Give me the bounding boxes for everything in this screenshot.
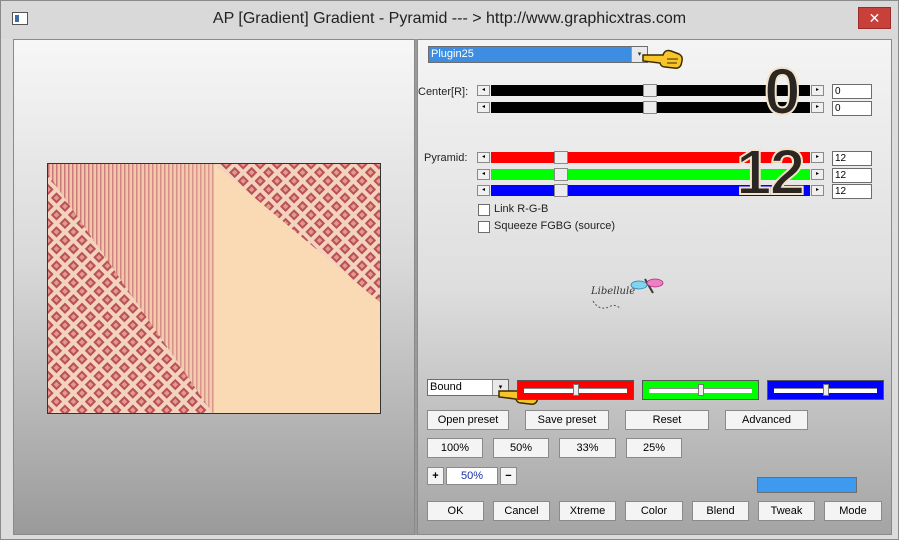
- pyramid-overlay-digit: 12: [735, 135, 806, 209]
- zoom-in-button[interactable]: +: [427, 467, 444, 485]
- color-button[interactable]: Color: [625, 501, 683, 521]
- color-indicator-bar: [757, 477, 857, 493]
- pyramid-thumb-green[interactable]: [554, 168, 568, 181]
- gradient-preview-canvas: [48, 164, 380, 413]
- window-title: AP [Gradient] Gradient - Pyramid --- > h…: [212, 10, 687, 27]
- zoom-33-button[interactable]: 33%: [559, 438, 616, 458]
- save-preset-button[interactable]: Save preset: [525, 410, 609, 430]
- pyramid-value-red[interactable]: 12: [832, 151, 872, 166]
- center-label: Center[R]:: [418, 86, 469, 98]
- squeeze-fgbg-checkbox[interactable]: [478, 221, 490, 233]
- zoom-50-button[interactable]: 50%: [493, 438, 549, 458]
- zoom-100-button[interactable]: 100%: [427, 438, 483, 458]
- pointing-hand-icon: [642, 49, 683, 69]
- arrow-right-icon[interactable]: ▸: [811, 169, 824, 180]
- pyramid-thumb-blue[interactable]: [554, 184, 568, 197]
- mode-select-value: Bound: [430, 381, 462, 393]
- pyramid-label: Pyramid:: [424, 152, 468, 164]
- center-thumb-1[interactable]: [643, 84, 657, 97]
- center-overlay-digit: 0: [763, 53, 802, 129]
- plugin-select[interactable]: Plugin25 ▾: [428, 46, 648, 63]
- ok-button[interactable]: OK: [427, 501, 484, 521]
- title-bar: AP [Gradient] Gradient - Pyramid --- > h…: [1, 1, 898, 39]
- green-swatch-slider[interactable]: [649, 384, 752, 396]
- xtreme-button[interactable]: Xtreme: [559, 501, 616, 521]
- close-button[interactable]: ✕: [858, 7, 891, 29]
- link-rgb-checkbox[interactable]: [478, 204, 490, 216]
- open-preset-button[interactable]: Open preset: [427, 410, 509, 430]
- watermark-text: Libellule: [591, 286, 636, 297]
- center-value-2[interactable]: 0: [832, 101, 872, 116]
- plugin-select-value: Plugin25: [431, 48, 474, 60]
- red-swatch-slider[interactable]: [524, 384, 627, 396]
- arrow-right-icon[interactable]: ▸: [811, 152, 824, 163]
- zoom-value[interactable]: 50%: [446, 467, 498, 485]
- zoom-out-button[interactable]: −: [500, 467, 517, 485]
- cancel-button[interactable]: Cancel: [493, 501, 550, 521]
- tweak-button[interactable]: Tweak: [758, 501, 815, 521]
- green-swatch-thumb[interactable]: [698, 384, 704, 396]
- zoom-25-button[interactable]: 25%: [626, 438, 682, 458]
- blue-swatch[interactable]: [767, 380, 884, 400]
- squeeze-fgbg-label: Squeeze FGBG (source): [494, 220, 616, 232]
- pyramid-value-green[interactable]: 12: [832, 168, 872, 183]
- watermark-logo: Libellule: [589, 273, 669, 315]
- advanced-button[interactable]: Advanced: [725, 410, 808, 430]
- mode-button[interactable]: Mode: [824, 501, 882, 521]
- arrow-left-icon[interactable]: ◂: [477, 85, 490, 96]
- center-thumb-2[interactable]: [643, 101, 657, 114]
- arrow-right-icon[interactable]: ▸: [811, 85, 824, 96]
- blue-swatch-slider[interactable]: [774, 384, 877, 396]
- preview-image: [47, 163, 381, 414]
- arrow-left-icon[interactable]: ◂: [477, 185, 490, 196]
- red-swatch-thumb[interactable]: [573, 384, 579, 396]
- blend-button[interactable]: Blend: [692, 501, 749, 521]
- pyramid-value-blue[interactable]: 12: [832, 184, 872, 199]
- arrow-left-icon[interactable]: ◂: [477, 152, 490, 163]
- link-rgb-label: Link R-G-B: [494, 203, 549, 215]
- arrow-right-icon[interactable]: ▸: [811, 185, 824, 196]
- red-swatch[interactable]: [517, 380, 634, 400]
- arrow-left-icon[interactable]: ◂: [477, 102, 490, 113]
- reset-button[interactable]: Reset: [625, 410, 709, 430]
- green-swatch[interactable]: [642, 380, 759, 400]
- arrow-left-icon[interactable]: ◂: [477, 169, 490, 180]
- center-value-1[interactable]: 0: [832, 84, 872, 99]
- pyramid-thumb-red[interactable]: [554, 151, 568, 164]
- dialog-window: AP [Gradient] Gradient - Pyramid --- > h…: [0, 0, 899, 540]
- arrow-right-icon[interactable]: ▸: [811, 102, 824, 113]
- blue-swatch-thumb[interactable]: [823, 384, 829, 396]
